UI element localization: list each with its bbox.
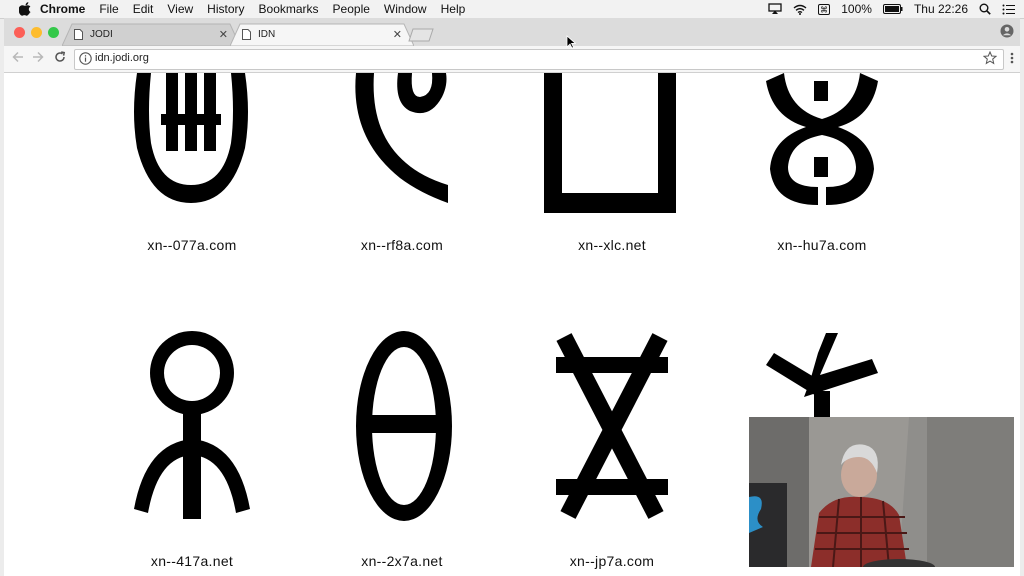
battery-percent: 100% xyxy=(841,2,872,16)
menu-edit[interactable]: Edit xyxy=(133,2,154,16)
tab-title: JODI xyxy=(90,29,113,40)
svg-text:⌘: ⌘ xyxy=(820,5,828,14)
domain-caption[interactable]: xn--hu7a.com xyxy=(722,237,922,253)
close-tab-icon[interactable]: ✕ xyxy=(219,28,228,41)
maximize-window-button[interactable] xyxy=(48,27,59,38)
airplay-icon[interactable] xyxy=(768,3,782,15)
menu-bookmarks[interactable]: Bookmarks xyxy=(259,2,319,16)
tab-jodi[interactable]: JODI ✕ xyxy=(62,23,240,46)
tab-title: IDN xyxy=(258,29,276,40)
close-window-button[interactable] xyxy=(14,27,25,38)
spotlight-icon[interactable] xyxy=(979,3,991,15)
wifi-icon[interactable] xyxy=(793,4,807,15)
back-arrow-icon[interactable] xyxy=(12,51,24,63)
tab-idn[interactable]: IDN ✕ xyxy=(230,23,414,46)
menubar-clock[interactable]: Thu 22:26 xyxy=(914,2,968,16)
minimize-window-button[interactable] xyxy=(31,27,42,38)
menu-window[interactable]: Window xyxy=(384,2,427,16)
glyph-circle-bars xyxy=(134,73,248,203)
apple-icon[interactable] xyxy=(18,2,32,16)
domain-caption[interactable]: xn--077a.com xyxy=(92,237,292,253)
page-icon xyxy=(242,29,251,40)
glyph-hook-spiral xyxy=(355,73,448,203)
more-menu-icon[interactable] xyxy=(1010,52,1014,64)
keyboard-icon[interactable]: ⌘ xyxy=(818,3,831,15)
menubar-app-name[interactable]: Chrome xyxy=(40,2,85,16)
profile-icon[interactable] xyxy=(1000,24,1014,38)
forward-arrow-icon[interactable] xyxy=(32,51,44,63)
bookmark-star-icon[interactable] xyxy=(983,51,997,65)
mac-menubar: Chrome File Edit View History Bookmarks … xyxy=(0,0,1024,19)
domain-caption[interactable]: xn--417a.net xyxy=(92,553,292,569)
presenter-image xyxy=(749,417,1014,567)
menu-file[interactable]: File xyxy=(99,2,118,16)
url-text[interactable]: idn.jodi.org xyxy=(95,52,149,64)
domain-caption[interactable]: xn--2x7a.net xyxy=(302,553,502,569)
domain-caption[interactable]: xn--xlc.net xyxy=(512,237,712,253)
menu-people[interactable]: People xyxy=(333,2,370,16)
window-controls xyxy=(14,27,59,38)
domain-caption[interactable]: xn--rf8a.com xyxy=(302,237,502,253)
tab-strip: JODI ✕ IDN ✕ xyxy=(4,18,1020,46)
glyph-ring-figure xyxy=(134,331,250,519)
browser-toolbar: idn.jodi.org xyxy=(4,46,1020,73)
close-tab-icon[interactable]: ✕ xyxy=(393,28,402,41)
menu-history[interactable]: History xyxy=(207,2,244,16)
notification-icon[interactable] xyxy=(1002,4,1016,15)
page-icon xyxy=(74,29,83,40)
menu-help[interactable]: Help xyxy=(441,2,466,16)
new-tab-button[interactable] xyxy=(408,28,434,42)
address-bar[interactable]: idn.jodi.org xyxy=(74,49,1004,70)
battery-icon[interactable] xyxy=(882,4,903,14)
presenter-video-overlay xyxy=(749,417,1014,567)
info-icon[interactable] xyxy=(79,52,92,65)
glyph-crossed-x xyxy=(556,333,668,519)
glyph-theta xyxy=(356,331,452,521)
menu-view[interactable]: View xyxy=(167,2,193,16)
glyph-square-bracket xyxy=(544,73,676,213)
mouse-cursor-icon xyxy=(566,35,576,49)
reload-icon[interactable] xyxy=(54,51,66,63)
glyph-double-loop xyxy=(766,73,878,205)
domain-caption[interactable]: xn--jp7a.com xyxy=(512,553,712,569)
